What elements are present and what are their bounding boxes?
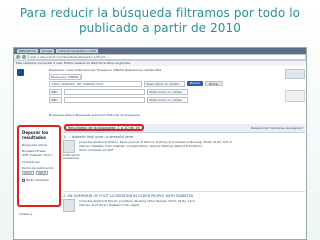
current-search-label: Búsqueda actual: [22, 143, 48, 147]
year-from-input[interactable]: 2010: [22, 171, 34, 175]
slide-title: Para reducir la búsqueda filtramos por t…: [0, 6, 320, 36]
refine-heading-line2: resultados: [22, 135, 46, 140]
field-select-2[interactable]: Seleccionar un campo: [147, 88, 188, 95]
search-mode-links[interactable]: Búsqueda básica Búsqueda avanzada Histor…: [49, 113, 140, 117]
institution-logo: [285, 69, 305, 79]
bool-select-2[interactable]: AND: [49, 88, 62, 95]
field-select-3[interactable]: Seleccionar un campo: [147, 96, 188, 103]
browser-tab-ebscohost[interactable]: EBSCOhost: [17, 49, 38, 53]
result-divider: [63, 191, 305, 192]
boolean-value: (MH "Diabetic Foot"): [22, 153, 53, 157]
result-title[interactable]: 1. ... diabetic foot ulcer: a stressful …: [63, 135, 305, 139]
full-text-label: Texto completo: [26, 178, 49, 182]
results-tools[interactable]: Relevancia ▾ Opciones de página ▾: [251, 126, 303, 130]
slide-title-line2: publicado a partir de 2010: [78, 21, 242, 35]
clear-button[interactable]: Borrar: [205, 81, 223, 86]
top-nav-links[interactable]: Búsqueda nueva Publicaciones Thesaurus C…: [49, 68, 161, 72]
publication-type-icon: [63, 199, 75, 212]
limiters-label: Limitadores: [22, 160, 40, 164]
search-row-query1: "Ulcer, Diabetic" OR "diabetic foot" Sel…: [49, 80, 223, 87]
date-range: 2010 2014: [22, 171, 56, 175]
result-body: (includes abstract) Mount, Jonathan; Nur…: [79, 199, 299, 207]
year-to-input[interactable]: 2014: [36, 171, 48, 175]
result-subjects: (Temas: Foot Ulcer; Diabetic Foot; Aged): [79, 203, 140, 207]
database-label: Búsqueda: CINAHL Plus with Full Text: [49, 73, 82, 80]
publication-type-icon: [63, 140, 75, 153]
browser-tab-results[interactable]: Lista de resultados: 2010: [56, 49, 99, 53]
refine-highlight-box: Depurar los resultados Búsqueda actual B…: [17, 125, 61, 207]
search-input-3[interactable]: [64, 96, 145, 103]
bool-select-3[interactable]: AND: [49, 96, 62, 103]
screenshot-frame: EBSCOhost Google Lista de resultados: 20…: [13, 47, 307, 240]
search-row-query2: AND Seleccionar un campo: [49, 88, 188, 95]
full-text-checkbox-row[interactable]: Texto completo: [22, 178, 56, 182]
forward-icon[interactable]: [22, 55, 26, 59]
refine-sidebar: Depurar los resultados Búsqueda actual B…: [16, 124, 61, 239]
back-icon[interactable]: [16, 55, 20, 59]
side-banner: [285, 90, 305, 102]
full-text-checkbox[interactable]: [22, 178, 25, 182]
result-item-1: 1. ... diabetic foot ulcer: a stressful …: [63, 135, 305, 187]
date-label: Fecha de publicación: [22, 166, 54, 170]
address-bar[interactable]: web.a.ebscohost.com/ehost/resultsadvance…: [28, 54, 306, 60]
search-row-query3: AND Seleccionar un campo: [49, 96, 188, 103]
browser-url-row: web.a.ebscohost.com/ehost/resultsadvance…: [14, 54, 306, 61]
publication-type-label: Publicación académica: [63, 153, 80, 160]
result-title[interactable]: 2. AN OVERVIEW OF FOOT ULCERATION IN OLD…: [63, 194, 305, 198]
search-input-2[interactable]: [64, 88, 145, 95]
results-header: Resultados de la búsqueda: 1 a 10 de 16 …: [63, 124, 305, 133]
results-count: Resultados de la búsqueda: 1 a 10 de 16: [64, 124, 144, 131]
result-item-2: 2. AN OVERVIEW OF FOOT ULCERATION IN OLD…: [63, 191, 305, 239]
search-button[interactable]: Buscar: [187, 81, 204, 86]
search-area: Búsqueda nueva Publicaciones Thesaurus C…: [14, 66, 306, 121]
result-body: (includes abstract) Wilson, Kara; Journa…: [79, 140, 299, 152]
ebsco-logo-icon: [17, 69, 24, 76]
ebsco-logo: [17, 69, 43, 83]
search-row-1: Búsqueda: CINAHL Plus with Full Text: [49, 73, 82, 80]
search-input-1[interactable]: "Ulcer, Diabetic" OR "diabetic foot": [49, 80, 142, 87]
field-select-1[interactable]: Seleccionar un campo: [144, 80, 185, 87]
browser-tab-google[interactable]: Google: [39, 49, 55, 53]
slide-title-line1: Para reducir la búsqueda filtramos por t…: [19, 6, 301, 20]
limit-to-label: Limitar a: [19, 212, 33, 216]
pdf-full-text-link[interactable]: Texto completo en PDF: [79, 148, 299, 152]
